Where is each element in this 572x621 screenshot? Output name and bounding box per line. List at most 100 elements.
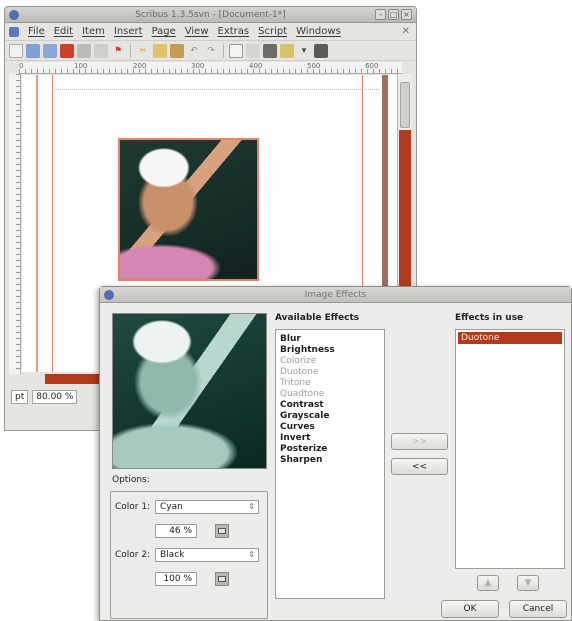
image-effects-dialog: Image Effects Available Effects Blur Bri… (99, 286, 572, 621)
curve-editor-icon[interactable] (215, 572, 229, 586)
menu-edit[interactable]: Edit (54, 26, 73, 37)
vertical-ruler[interactable] (9, 74, 21, 374)
menu-windows[interactable]: Windows (296, 26, 341, 37)
app-icon (104, 290, 114, 300)
effects-in-use-list[interactable]: Duotone (455, 329, 565, 569)
image-frame[interactable] (118, 138, 259, 281)
ruler-label: 200 (133, 62, 147, 70)
horizontal-scrollbar[interactable] (45, 374, 107, 384)
effect-item[interactable]: Posterize (280, 444, 380, 455)
save-icon[interactable] (43, 43, 57, 58)
options-panel: Color 1: Cyan ⇕ 46 % Color 2: Black ⇕ 10… (110, 491, 268, 619)
select-tool-icon[interactable] (229, 43, 243, 58)
redo-icon[interactable]: ↷ (204, 44, 218, 58)
menu-file[interactable]: File (28, 26, 45, 37)
color2-combo[interactable]: Black ⇕ (155, 548, 259, 562)
options-label: Options: (112, 475, 150, 485)
undo-icon[interactable]: ↶ (187, 44, 201, 58)
close-doc-icon[interactable] (60, 43, 74, 58)
doc-close-icon[interactable]: ✕ (402, 26, 410, 37)
window-controls: – □ × (375, 9, 412, 20)
shape-icon[interactable]: ▾ (297, 44, 311, 58)
color2-shade-row: 100 % (155, 572, 229, 586)
combo-arrows-icon: ⇕ (248, 550, 255, 559)
color2-value: Black (160, 550, 185, 560)
color1-shade-spinbox[interactable]: 46 % (155, 524, 197, 538)
menu-page[interactable]: Page (152, 26, 176, 37)
add-effect-button[interactable]: >> (391, 433, 448, 450)
effect-item[interactable]: Sharpen (280, 455, 380, 466)
new-doc-icon[interactable] (9, 43, 23, 58)
menubar: File Edit Item Insert Page View Extras S… (5, 23, 416, 41)
cancel-button[interactable]: Cancel (509, 600, 567, 618)
move-up-button[interactable]: ▲ (477, 575, 499, 591)
menu-extras[interactable]: Extras (218, 26, 250, 37)
ruler-label: 400 (249, 62, 263, 70)
effect-item: Duotone (280, 367, 319, 377)
app-icon (9, 10, 19, 20)
scrollbar-thumb[interactable] (400, 82, 410, 128)
color2-label: Color 2: (115, 550, 151, 560)
main-toolbar: ⚑ ✂ ↶ ↷ ▾ (5, 41, 416, 61)
color2-shade-spinbox[interactable]: 100 % (155, 572, 197, 586)
maximize-icon[interactable]: □ (388, 9, 399, 20)
ruler-label: 300 (191, 62, 205, 70)
baseline-guide (52, 89, 379, 90)
close-icon[interactable]: × (401, 9, 412, 20)
curve-editor-icon[interactable] (215, 524, 229, 538)
effects-in-use-label: Effects in use (455, 313, 524, 323)
ruler-label: 0 (19, 62, 24, 70)
color1-value: Cyan (160, 502, 183, 512)
effect-item[interactable]: Brightness (280, 345, 380, 356)
effect-item[interactable]: Grayscale (280, 411, 380, 422)
preflight-icon[interactable] (94, 43, 108, 58)
effect-item[interactable]: Curves (280, 422, 380, 433)
menu-script[interactable]: Script (258, 26, 287, 37)
main-titlebar: Scribus 1.3.5svn - [Document-1*] – □ × (5, 7, 416, 23)
menu-view[interactable]: View (185, 26, 209, 37)
main-window-title: Scribus 1.3.5svn - [Document-1*] (135, 10, 286, 20)
print-icon[interactable] (77, 43, 91, 58)
cut-icon[interactable]: ✂ (136, 44, 150, 58)
menu-item[interactable]: Item (82, 26, 105, 37)
copy-icon[interactable] (153, 43, 167, 58)
ruler-label: 100 (74, 62, 88, 70)
text-frame-icon[interactable] (246, 43, 260, 58)
image-frame-icon[interactable] (263, 43, 277, 58)
ok-button[interactable]: OK (441, 600, 499, 618)
zoom-field[interactable]: 80.00 % (32, 390, 78, 404)
effect-item[interactable]: Invert (280, 433, 380, 444)
toolbar-separator (223, 43, 224, 58)
minimize-icon[interactable]: – (375, 9, 386, 20)
color1-combo[interactable]: Cyan ⇕ (155, 500, 259, 514)
table-icon[interactable] (280, 43, 294, 58)
polygon-icon[interactable] (314, 43, 328, 58)
effect-item: Tritone (280, 378, 311, 388)
effect-item[interactable]: Contrast (280, 400, 380, 411)
margin-guide (52, 75, 53, 372)
available-effects-label: Available Effects (275, 313, 360, 323)
open-icon[interactable] (26, 43, 40, 58)
color1-shade-row: 46 % (155, 524, 229, 538)
effect-item: Colorize (280, 356, 317, 366)
menu-insert[interactable]: Insert (114, 26, 143, 37)
combo-arrows-icon: ⇕ (248, 502, 255, 511)
color1-row: Color 1: Cyan ⇕ (115, 500, 259, 514)
dialog-titlebar: Image Effects (100, 287, 571, 303)
arrow-down-icon: ▼ (524, 578, 532, 588)
dialog-title: Image Effects (304, 290, 367, 300)
color2-row: Color 2: Black ⇕ (115, 548, 259, 562)
horizontal-ruler[interactable]: 0 100 200 300 400 500 600 (19, 62, 402, 74)
in-use-effect-item[interactable]: Duotone (458, 332, 562, 344)
effect-item[interactable]: Blur (280, 334, 380, 345)
available-effects-list[interactable]: Blur Brightness Colorize Duotone Tritone… (275, 329, 385, 599)
remove-effect-button[interactable]: << (391, 458, 448, 475)
document-icon (9, 26, 19, 37)
effect-preview-image (112, 313, 267, 469)
color1-label: Color 1: (115, 502, 151, 512)
pdf-icon[interactable]: ⚑ (111, 44, 125, 58)
unit-select[interactable]: pt (11, 390, 29, 404)
move-down-button[interactable]: ▼ (517, 575, 539, 591)
paste-icon[interactable] (170, 43, 184, 58)
arrow-up-icon: ▲ (484, 578, 492, 588)
